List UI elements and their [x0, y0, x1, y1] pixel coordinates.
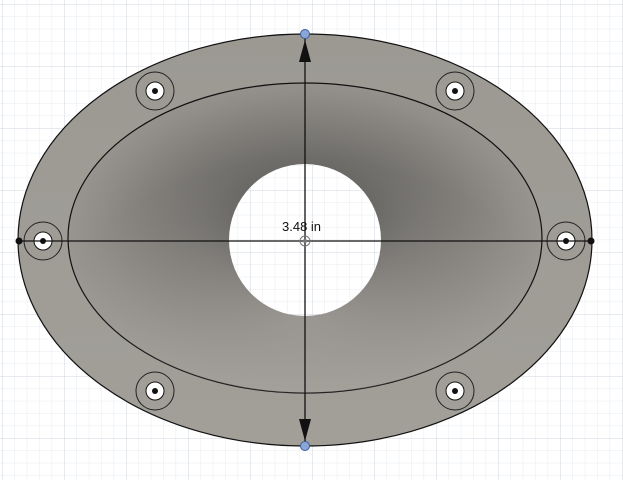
right-endpoint-icon[interactable]	[587, 237, 595, 245]
bottom-grip-point-icon[interactable]	[300, 441, 310, 451]
dimension-value-label[interactable]: 3.48 in	[282, 220, 321, 233]
canvas-viewport[interactable]: 3.48 in	[0, 0, 623, 480]
left-endpoint-icon[interactable]	[15, 237, 23, 245]
model-scene[interactable]	[0, 0, 623, 480]
top-grip-point-icon[interactable]	[300, 29, 310, 39]
